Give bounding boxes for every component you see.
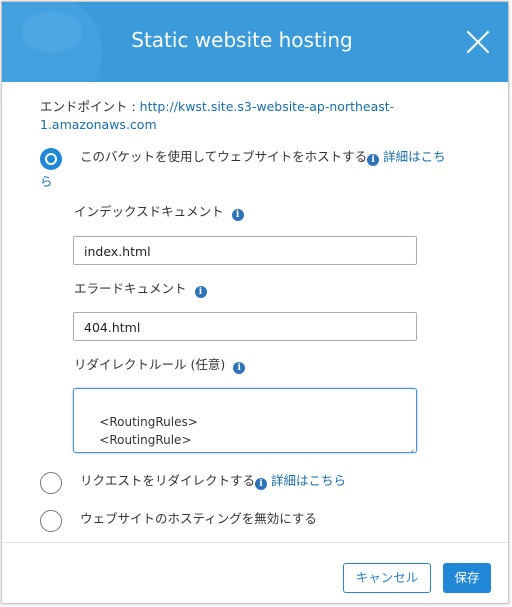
dialog-header: Static website hosting bbox=[2, 2, 508, 82]
info-icon[interactable]: i bbox=[367, 154, 380, 166]
radio-host-website[interactable] bbox=[40, 148, 62, 170]
info-icon[interactable]: i bbox=[233, 362, 246, 374]
redirect-rules-textarea[interactable]: <RoutingRules> <RoutingRule> <Condition>… bbox=[73, 388, 417, 453]
info-icon[interactable]: i bbox=[194, 286, 207, 298]
resize-handle-icon[interactable] bbox=[406, 442, 414, 450]
option-redirect-requests: リクエストをリダイレクトする i 詳細はこちら bbox=[80, 471, 480, 491]
radio-redirect-requests[interactable] bbox=[40, 472, 62, 494]
error-document-label: エラードキュメント i bbox=[74, 278, 207, 298]
learn-more-link-continued[interactable]: ら bbox=[40, 172, 53, 192]
option-host-website: このバケットを使用してウェブサイトをホストする i 詳細はこち bbox=[80, 147, 480, 167]
info-icon[interactable]: i bbox=[231, 209, 244, 221]
learn-more-link[interactable]: 詳細はこちら bbox=[271, 473, 346, 488]
redirect-rules-content: <RoutingRules> <RoutingRule> <Condition>… bbox=[99, 415, 198, 452]
index-document-label: インデックスドキュメント i bbox=[74, 201, 244, 221]
option-host-label: このバケットを使用してウェブサイトをホストする bbox=[80, 149, 368, 164]
info-icon[interactable]: i bbox=[255, 478, 268, 490]
option-disable-hosting: ウェブサイトのホスティングを無効にする bbox=[80, 511, 317, 526]
static-website-hosting-dialog: Static website hosting エンドポイント : http://… bbox=[1, 1, 509, 604]
index-document-input[interactable]: index.html bbox=[73, 236, 417, 265]
endpoint-text: エンドポイント : http://kwst.site.s3-website-ap… bbox=[40, 98, 480, 134]
redirect-rules-label: リダイレクトルール (任意) i bbox=[74, 354, 246, 374]
learn-more-link[interactable]: 詳細はこち bbox=[383, 149, 446, 164]
option-redirect-label: リクエストをリダイレクトする bbox=[80, 473, 256, 488]
error-document-input[interactable]: 404.html bbox=[73, 312, 417, 341]
endpoint-label: エンドポイント : bbox=[40, 99, 140, 114]
close-icon[interactable] bbox=[465, 29, 491, 55]
dialog-title: Static website hosting bbox=[131, 28, 353, 52]
save-button[interactable]: 保存 bbox=[443, 563, 491, 593]
cancel-button[interactable]: キャンセル bbox=[343, 563, 431, 593]
radio-disable-hosting[interactable] bbox=[40, 510, 62, 532]
footer-divider bbox=[2, 542, 508, 543]
